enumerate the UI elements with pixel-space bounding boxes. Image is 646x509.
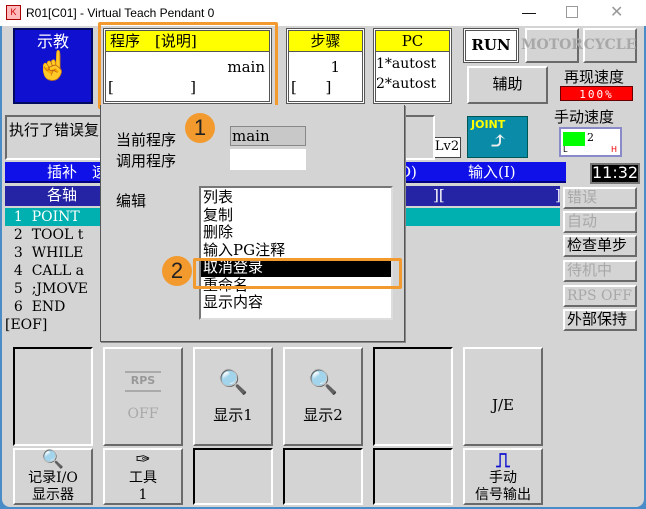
app-icon: K <box>6 5 21 20</box>
log-search-icon: 🔍 <box>41 449 65 471</box>
display-search-icon: 🔍 <box>218 368 248 397</box>
minimize-button[interactable]: — <box>522 4 536 20</box>
je-label: J/E <box>491 395 515 414</box>
pc-header: PC <box>376 31 449 52</box>
replay-speed-label: 再现速度 <box>563 68 624 86</box>
joint-mode-button[interactable]: JOINT ⤴ <box>467 116 528 158</box>
display-search-icon: 🔍 <box>308 368 338 397</box>
rps-icon: RPS <box>124 371 162 392</box>
pc-line1: 1*autost <box>376 56 437 72</box>
step-badge-1: 1 <box>185 113 215 143</box>
standby-button[interactable]: 待机中 <box>563 260 637 282</box>
input-label: 输入(I) <box>468 163 516 181</box>
program-name: main <box>227 58 265 76</box>
manual-speed-gauge[interactable]: 2 L H <box>559 127 622 157</box>
edit-menu-list[interactable]: 列表 复制 删除 输入PG注释 取消登录 重命名 显示内容 <box>199 186 393 320</box>
external-hold-button[interactable]: 外部保持 <box>563 309 637 331</box>
step-comment: [ ] <box>291 78 332 96</box>
step-box[interactable]: 步骤 1 [ ] <box>286 28 365 104</box>
manual-output-label: 手动 信号输出 <box>475 470 531 503</box>
window-title: R01[C01] - Virtual Teach Pendant 0 <box>26 6 215 20</box>
menu-item-delete[interactable]: 删除 <box>201 223 391 242</box>
program-popup: 当前程序 main 调用程序 编辑 列表 复制 删除 输入PG注释 取消登录 重… <box>100 105 405 342</box>
current-program-field: main <box>230 126 306 146</box>
menu-item-show-content[interactable]: 显示内容 <box>201 293 391 312</box>
pulse-signal-icon: ⎍ <box>496 448 510 473</box>
manual-speed-label: 手动速度 <box>553 108 614 126</box>
io-monitor-button[interactable]: 🔍 记录I/O 显示器 <box>13 448 93 505</box>
robot-arm-icon: ⤴ <box>488 127 509 155</box>
menu-item-copy[interactable]: 复制 <box>201 206 391 225</box>
step-header: 步骤 <box>289 31 362 52</box>
interp-speed-label: 插补 速 <box>47 163 108 181</box>
call-program-field[interactable] <box>230 149 306 170</box>
menu-item-list[interactable]: 列表 <box>201 188 391 207</box>
error-button[interactable]: 错误 <box>563 187 637 209</box>
message-text: 执行了错误复 <box>9 121 100 139</box>
motor-button[interactable]: MOTOR <box>521 28 583 63</box>
display1-button[interactable]: 🔍 显示1 <box>193 347 273 446</box>
call-program-label: 调用程序 <box>116 152 177 170</box>
current-program-label: 当前程序 <box>116 131 177 149</box>
function-key-empty[interactable] <box>373 448 453 505</box>
je-button[interactable]: J/E <box>463 347 543 446</box>
aux-button[interactable]: 辅助 <box>467 66 548 104</box>
auto-button[interactable]: 自动 <box>563 211 637 233</box>
close-button[interactable]: ✕ <box>610 2 623 22</box>
display2-label: 显示2 <box>303 405 343 424</box>
replay-speed-indicator[interactable]: 100% <box>560 86 633 101</box>
manual-speed-fill <box>563 132 585 146</box>
manual-speed-value: 2 <box>587 131 594 144</box>
function-key-empty[interactable] <box>13 347 93 446</box>
rps-label: OFF <box>127 405 159 422</box>
menu-item-pg-comment[interactable]: 输入PG注释 <box>201 241 391 260</box>
io-monitor-label: 记录I/O 显示器 <box>28 470 78 503</box>
axis-bracket-mid: ][ <box>433 186 445 204</box>
maximize-button[interactable] <box>566 6 578 18</box>
program-box[interactable]: 程序 [说明] main [ ] <box>103 28 272 104</box>
tool-button[interactable]: ✑ 工具 1 <box>103 448 183 505</box>
hand-icon: ☝ <box>35 49 71 83</box>
run-button[interactable]: RUN <box>463 28 519 63</box>
check-step-button[interactable]: 检查单步 <box>563 235 637 257</box>
teach-button[interactable]: 示教 ☝ <box>13 28 93 104</box>
rps-button[interactable]: RPS OFF <box>103 347 183 446</box>
level-indicator: Lv2 <box>433 137 461 158</box>
step-badge-2: 2 <box>162 256 192 286</box>
cycle-button[interactable]: CYCLE <box>583 28 637 63</box>
clock: 11:32 <box>590 163 640 184</box>
program-header: 程序 [说明] <box>106 31 269 52</box>
axis-label: 各轴 <box>47 186 78 204</box>
step-value: 1 <box>330 58 340 76</box>
function-key-empty[interactable] <box>373 347 453 446</box>
edit-label: 编辑 <box>116 192 147 210</box>
axis-bracket-right: ] <box>555 186 561 204</box>
rps-off-button[interactable]: RPS OFF <box>563 285 637 307</box>
pc-line2: 2*autost <box>376 76 437 92</box>
tool-plug-icon: ✑ <box>135 449 151 471</box>
manual-speed-high: H <box>611 145 618 154</box>
tool-label: 工具 1 <box>129 470 157 503</box>
manual-speed-low: L <box>563 145 568 154</box>
program-comment: [ ] <box>108 78 196 96</box>
function-key-empty[interactable] <box>283 448 363 505</box>
manual-signal-output-button[interactable]: ⎍ 手动 信号输出 <box>463 448 543 505</box>
display1-label: 显示1 <box>213 405 253 424</box>
display2-button[interactable]: 🔍 显示2 <box>283 347 363 446</box>
title-bar: K R01[C01] - Virtual Teach Pendant 0 — ✕ <box>0 0 646 26</box>
pc-box[interactable]: PC 1*autost 2*autost <box>373 28 452 104</box>
unregister-highlight <box>193 258 402 289</box>
function-key-empty[interactable] <box>193 448 273 505</box>
